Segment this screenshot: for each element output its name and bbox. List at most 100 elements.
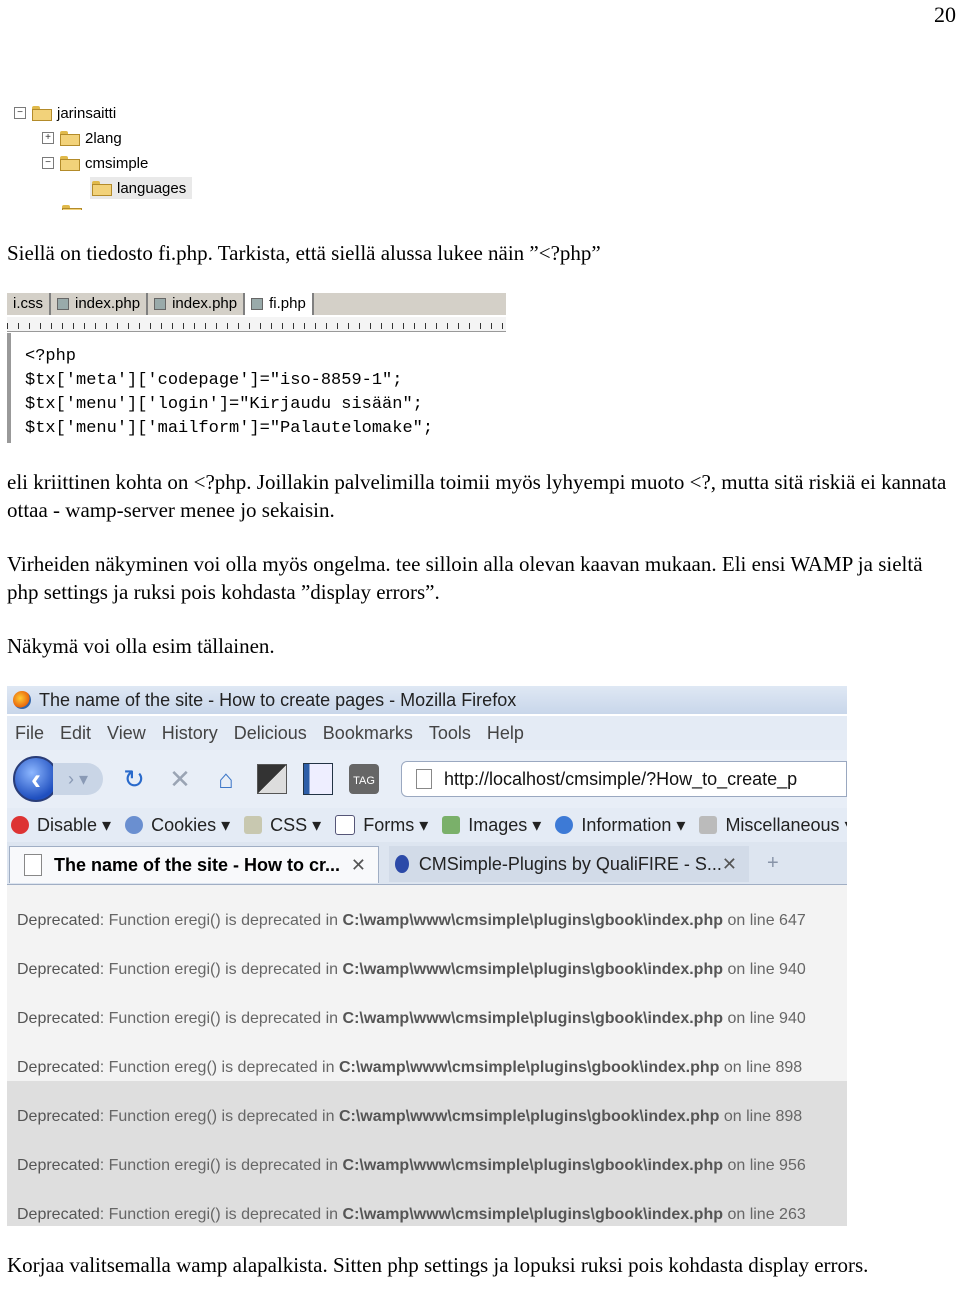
code-line: <?php bbox=[25, 347, 77, 366]
dev-css[interactable]: CSS ▾ bbox=[244, 815, 321, 836]
paragraph: Siellä on tiedosto fi.php. Tarkista, ett… bbox=[7, 241, 601, 265]
dev-label: Information bbox=[581, 814, 672, 835]
dev-label: Images bbox=[468, 814, 528, 835]
dev-miscellaneous[interactable]: Miscellaneous ▾ bbox=[699, 815, 847, 836]
paragraph: eli kriittinen kohta on <?php. Joillakin… bbox=[7, 470, 947, 522]
dev-label: Forms bbox=[363, 814, 415, 835]
tree-item-2lang[interactable]: + 2lang bbox=[42, 127, 122, 149]
error-line: Deprecated: Function eregi() is deprecat… bbox=[17, 1206, 806, 1224]
menu-delicious[interactable]: Delicious bbox=[234, 723, 307, 744]
dev-forms[interactable]: Forms ▾ bbox=[335, 815, 428, 836]
tab-cmsimple-plugins[interactable]: CMSimple-Plugins by QualiFIRE - S... ✕ bbox=[389, 846, 749, 882]
expand-toggle[interactable]: + bbox=[42, 132, 54, 144]
menu-tools[interactable]: Tools bbox=[429, 723, 471, 744]
dev-information[interactable]: Information ▾ bbox=[555, 815, 685, 836]
paragraph: Virheiden näkyminen voi olla myös ongelm… bbox=[7, 552, 923, 604]
page-number: 20 bbox=[934, 2, 956, 27]
error-message: : Function eregi() is deprecated in bbox=[99, 912, 343, 929]
address-bar[interactable]: http://localhost/cmsimple/?How_to_create… bbox=[401, 761, 847, 797]
menu-help[interactable]: Help bbox=[487, 723, 524, 744]
url-text: http://localhost/cmsimple/?How_to_create… bbox=[444, 768, 798, 789]
error-line-number: on line 898 bbox=[719, 1059, 803, 1076]
collapse-toggle[interactable]: − bbox=[14, 107, 26, 119]
dev-label: CSS bbox=[270, 814, 308, 835]
tag-icon[interactable]: TAG bbox=[349, 764, 379, 794]
images-icon bbox=[442, 816, 461, 834]
developer-toolbar: Disable ▾ Cookies ▾ CSS ▾ Forms ▾ Images… bbox=[7, 808, 847, 842]
file-icon bbox=[57, 298, 69, 310]
information-icon bbox=[555, 816, 574, 834]
tab-label: i.css bbox=[13, 295, 43, 312]
error-label: Deprecated bbox=[17, 961, 100, 978]
dev-images[interactable]: Images ▾ bbox=[442, 815, 541, 836]
folder-tree: − jarinsaitti + 2lang − cmsimple languag… bbox=[12, 100, 212, 210]
home-icon[interactable]: ⌂ bbox=[211, 764, 241, 794]
folder-open-icon bbox=[92, 180, 112, 196]
error-line: Deprecated: Function eregi() is deprecat… bbox=[17, 961, 806, 979]
sidebar-icon[interactable] bbox=[303, 763, 333, 795]
paragraph: Näkymä voi olla esim tällainen. bbox=[7, 634, 275, 658]
forms-icon bbox=[335, 815, 356, 835]
menu-view[interactable]: View bbox=[107, 723, 146, 744]
error-message: : Function eregi() is deprecated in bbox=[99, 1157, 343, 1174]
reload-icon[interactable]: ↻ bbox=[119, 764, 149, 794]
error-path: C:\wamp\www\cmsimple\plugins\gbook\index… bbox=[342, 1157, 723, 1174]
new-tab-icon[interactable]: + bbox=[767, 852, 779, 875]
error-line: Deprecated: Function ereg() is deprecate… bbox=[17, 1108, 802, 1126]
page-icon bbox=[416, 769, 432, 789]
error-message: : Function eregi() is deprecated in bbox=[99, 961, 343, 978]
firefox-icon bbox=[13, 691, 31, 709]
folder-icon bbox=[32, 105, 52, 121]
folder-icon bbox=[60, 155, 80, 171]
file-icon bbox=[154, 298, 167, 310]
paragraph: Korjaa valitsemalla wamp alapalkista. Si… bbox=[7, 1253, 869, 1277]
tree-item-cmsimple[interactable]: − cmsimple bbox=[42, 152, 148, 174]
tree-item-label: jarinsaitti bbox=[57, 104, 117, 122]
stop-icon[interactable]: ✕ bbox=[165, 764, 195, 794]
error-line-number: on line 940 bbox=[723, 1010, 806, 1027]
close-tab-icon[interactable]: ✕ bbox=[722, 854, 737, 875]
tab-index-php-2[interactable]: index.php bbox=[148, 293, 246, 315]
dev-disable[interactable]: Disable ▾ bbox=[11, 815, 111, 836]
bookmark-icon[interactable] bbox=[257, 764, 287, 794]
browser-screenshot: The name of the site - How to create pag… bbox=[7, 686, 847, 1226]
dev-label: Disable bbox=[37, 814, 98, 835]
error-line: Deprecated: Function eregi() is deprecat… bbox=[17, 1010, 806, 1028]
tree-item-label: languages bbox=[117, 179, 187, 197]
error-path: C:\wamp\www\cmsimple\plugins\gbook\index… bbox=[342, 1206, 723, 1223]
editor-tabs: i.css index.php index.php fi.php bbox=[7, 293, 506, 315]
tree-item-cut bbox=[62, 201, 87, 210]
menu-history[interactable]: History bbox=[162, 723, 218, 744]
tab-i-css[interactable]: i.css bbox=[7, 293, 51, 315]
error-path: C:\wamp\www\cmsimple\plugins\gbook\index… bbox=[342, 961, 723, 978]
gutter bbox=[7, 333, 11, 443]
error-line-number: on line 647 bbox=[723, 912, 806, 929]
code-text[interactable]: <?php $tx['meta']['codepage']="iso-8859-1… bbox=[25, 345, 433, 441]
error-label: Deprecated bbox=[17, 912, 100, 929]
tab-fi-php[interactable]: fi.php bbox=[245, 293, 314, 315]
error-label: Deprecated bbox=[17, 1059, 100, 1076]
tab-label: index.php bbox=[172, 295, 238, 312]
menu-bookmarks[interactable]: Bookmarks bbox=[323, 723, 413, 744]
error-line: Deprecated: Function eregi() is deprecat… bbox=[17, 912, 806, 930]
tree-item-jarinsaitti[interactable]: − jarinsaitti bbox=[14, 102, 116, 124]
menu-file[interactable]: File bbox=[15, 723, 44, 744]
dev-label: Miscellaneous bbox=[725, 814, 840, 835]
window-titlebar: The name of the site - How to create pag… bbox=[7, 686, 847, 714]
tree-item-languages[interactable]: languages bbox=[90, 177, 193, 199]
page-icon bbox=[24, 854, 42, 876]
menu-edit[interactable]: Edit bbox=[60, 723, 91, 744]
close-tab-icon[interactable]: ✕ bbox=[351, 855, 366, 876]
error-path: C:\wamp\www\cmsimple\plugins\gbook\index… bbox=[338, 1059, 720, 1076]
collapse-toggle[interactable]: − bbox=[42, 157, 54, 169]
code-line: $tx['menu']['login']="Kirjaudu sisään"; bbox=[25, 395, 423, 414]
error-message: : Function eregi() is deprecated in bbox=[99, 1010, 343, 1027]
dev-cookies[interactable]: Cookies ▾ bbox=[125, 815, 230, 836]
tab-index-php[interactable]: index.php bbox=[51, 293, 149, 315]
error-label: Deprecated bbox=[17, 1206, 100, 1223]
code-line: $tx['meta']['codepage']="iso-8859-1"; bbox=[25, 371, 403, 390]
tab-site[interactable]: The name of the site - How to cr... ✕ bbox=[9, 846, 379, 883]
forward-button[interactable]: › ▾ bbox=[53, 763, 103, 795]
error-label: Deprecated bbox=[17, 1157, 100, 1174]
dev-label: Cookies bbox=[151, 814, 217, 835]
